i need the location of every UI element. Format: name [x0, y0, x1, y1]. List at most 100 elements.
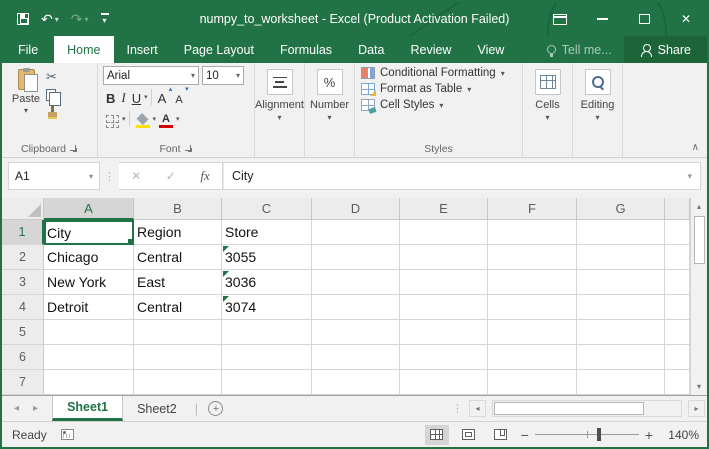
tab-formulas[interactable]: Formulas: [267, 36, 345, 63]
font-family-dropdown-icon[interactable]: ▾: [191, 71, 195, 80]
cell-styles-button[interactable]: Cell Styles▾: [361, 99, 516, 111]
cell-g4[interactable]: [577, 295, 665, 320]
grow-font-button[interactable]: A: [155, 88, 173, 106]
tab-review[interactable]: Review: [397, 36, 464, 63]
cell-g3[interactable]: [577, 270, 665, 295]
share-button[interactable]: Share: [624, 36, 707, 63]
cell-a7[interactable]: [44, 370, 134, 395]
font-size-dropdown-icon[interactable]: ▾: [236, 71, 240, 80]
cell-g6[interactable]: [577, 345, 665, 370]
cell-c3[interactable]: 3036: [222, 270, 312, 295]
row-header-2[interactable]: 2: [2, 245, 44, 270]
cell-e3[interactable]: [400, 270, 488, 295]
vertical-scrollbar[interactable]: ▴ ▾: [690, 198, 707, 395]
ribbon-display-options-button[interactable]: [539, 2, 581, 36]
format-painter-button[interactable]: [46, 105, 62, 120]
cell-f4[interactable]: [488, 295, 577, 320]
cell-c1[interactable]: Store: [222, 220, 312, 245]
column-header-g[interactable]: G: [577, 198, 665, 220]
cell-c2[interactable]: 3055: [222, 245, 312, 270]
cell-a6[interactable]: [44, 345, 134, 370]
format-as-table-button-dropdown-icon[interactable]: ▾: [467, 85, 471, 94]
font-family-combobox[interactable]: Arial▾: [103, 66, 199, 85]
new-sheet-button[interactable]: +: [202, 396, 230, 421]
column-header-c[interactable]: C: [222, 198, 312, 220]
maximize-button[interactable]: [623, 2, 665, 36]
cell-d1[interactable]: [312, 220, 400, 245]
cut-button[interactable]: ✂: [46, 69, 62, 84]
cell-e4[interactable]: [400, 295, 488, 320]
scrollbar-resize-grip-icon[interactable]: ⋮: [452, 402, 463, 415]
cell-f2[interactable]: [488, 245, 577, 270]
tab-view[interactable]: View: [464, 36, 517, 63]
scroll-up-icon[interactable]: ▴: [691, 198, 707, 215]
name-box-dropdown-icon[interactable]: ▾: [89, 172, 93, 181]
row-header-5[interactable]: 5: [2, 320, 44, 345]
row-header-1[interactable]: 1: [2, 220, 44, 245]
italic-button[interactable]: I: [118, 88, 128, 106]
formula-input[interactable]: City▾: [223, 162, 701, 190]
editing-button[interactable]: Editing ▾: [573, 63, 622, 157]
scroll-left-icon[interactable]: ◂: [469, 400, 486, 417]
font-color-dropdown-icon[interactable]: ▾: [176, 115, 180, 123]
number-button[interactable]: % Number ▾: [305, 63, 354, 157]
next-sheet-icon[interactable]: ▸: [33, 403, 38, 414]
zoom-slider-handle[interactable]: [597, 428, 601, 441]
tab-home[interactable]: Home: [54, 36, 113, 63]
horizontal-scrollbar-track[interactable]: [492, 400, 682, 417]
insert-function-icon[interactable]: fx: [200, 168, 209, 184]
cell-b2[interactable]: Central: [134, 245, 222, 270]
column-header-b[interactable]: B: [134, 198, 222, 220]
copy-button[interactable]: ▾: [46, 87, 62, 102]
clipboard-dialog-launcher-icon[interactable]: [70, 145, 78, 153]
borders-button[interactable]: [103, 110, 122, 128]
cell-b3[interactable]: East: [134, 270, 222, 295]
save-button[interactable]: [12, 11, 34, 27]
row-header-6[interactable]: 6: [2, 345, 44, 370]
cell-c7[interactable]: [222, 370, 312, 395]
font-color-button[interactable]: A: [156, 110, 176, 128]
sheet-tab-sheet2[interactable]: Sheet2: [123, 396, 191, 421]
name-box[interactable]: A1▾: [8, 162, 100, 190]
scroll-right-icon[interactable]: ▸: [688, 400, 705, 417]
cell-g7[interactable]: [577, 370, 665, 395]
cell-d7[interactable]: [312, 370, 400, 395]
cell-f3[interactable]: [488, 270, 577, 295]
tab-page-layout[interactable]: Page Layout: [171, 36, 267, 63]
cell-e2[interactable]: [400, 245, 488, 270]
cell-d3[interactable]: [312, 270, 400, 295]
cell-e5[interactable]: [400, 320, 488, 345]
customize-qat-button[interactable]: ▾: [96, 11, 114, 27]
cell-d5[interactable]: [312, 320, 400, 345]
cell-b5[interactable]: [134, 320, 222, 345]
underline-button[interactable]: U: [129, 88, 144, 106]
row-header-3[interactable]: 3: [2, 270, 44, 295]
close-button[interactable]: ✕: [665, 2, 707, 36]
cell-c5[interactable]: [222, 320, 312, 345]
shrink-font-button[interactable]: A: [172, 88, 188, 106]
cell-e6[interactable]: [400, 345, 488, 370]
undo-dropdown-icon[interactable]: ▾: [55, 15, 59, 24]
zoom-in-button[interactable]: +: [645, 427, 653, 443]
conditional-formatting-button-dropdown-icon[interactable]: ▾: [501, 69, 505, 78]
redo-button[interactable]: ↷▾: [66, 9, 94, 30]
cancel-entry-icon[interactable]: ✕: [131, 169, 141, 183]
minimize-button[interactable]: [581, 2, 623, 36]
horizontal-scrollbar-thumb[interactable]: [494, 402, 644, 415]
row-header-4[interactable]: 4: [2, 295, 44, 320]
cell-c4[interactable]: 3074: [222, 295, 312, 320]
formula-bar-grip-icon[interactable]: ⋮: [100, 162, 119, 190]
column-header-a[interactable]: A: [44, 198, 134, 220]
cell-a4[interactable]: Detroit: [44, 295, 134, 320]
cell-g5[interactable]: [577, 320, 665, 345]
cell-d2[interactable]: [312, 245, 400, 270]
cell-g1[interactable]: [577, 220, 665, 245]
cell-b6[interactable]: [134, 345, 222, 370]
macro-record-icon[interactable]: [61, 429, 74, 440]
underline-dropdown-icon[interactable]: ▾: [144, 93, 148, 101]
cell-styles-button-dropdown-icon[interactable]: ▾: [439, 101, 443, 110]
fill-color-button[interactable]: [133, 110, 153, 128]
page-break-view-button[interactable]: [489, 425, 513, 445]
paste-button[interactable]: Paste ▾: [6, 67, 46, 140]
select-all-corner[interactable]: [2, 198, 44, 220]
